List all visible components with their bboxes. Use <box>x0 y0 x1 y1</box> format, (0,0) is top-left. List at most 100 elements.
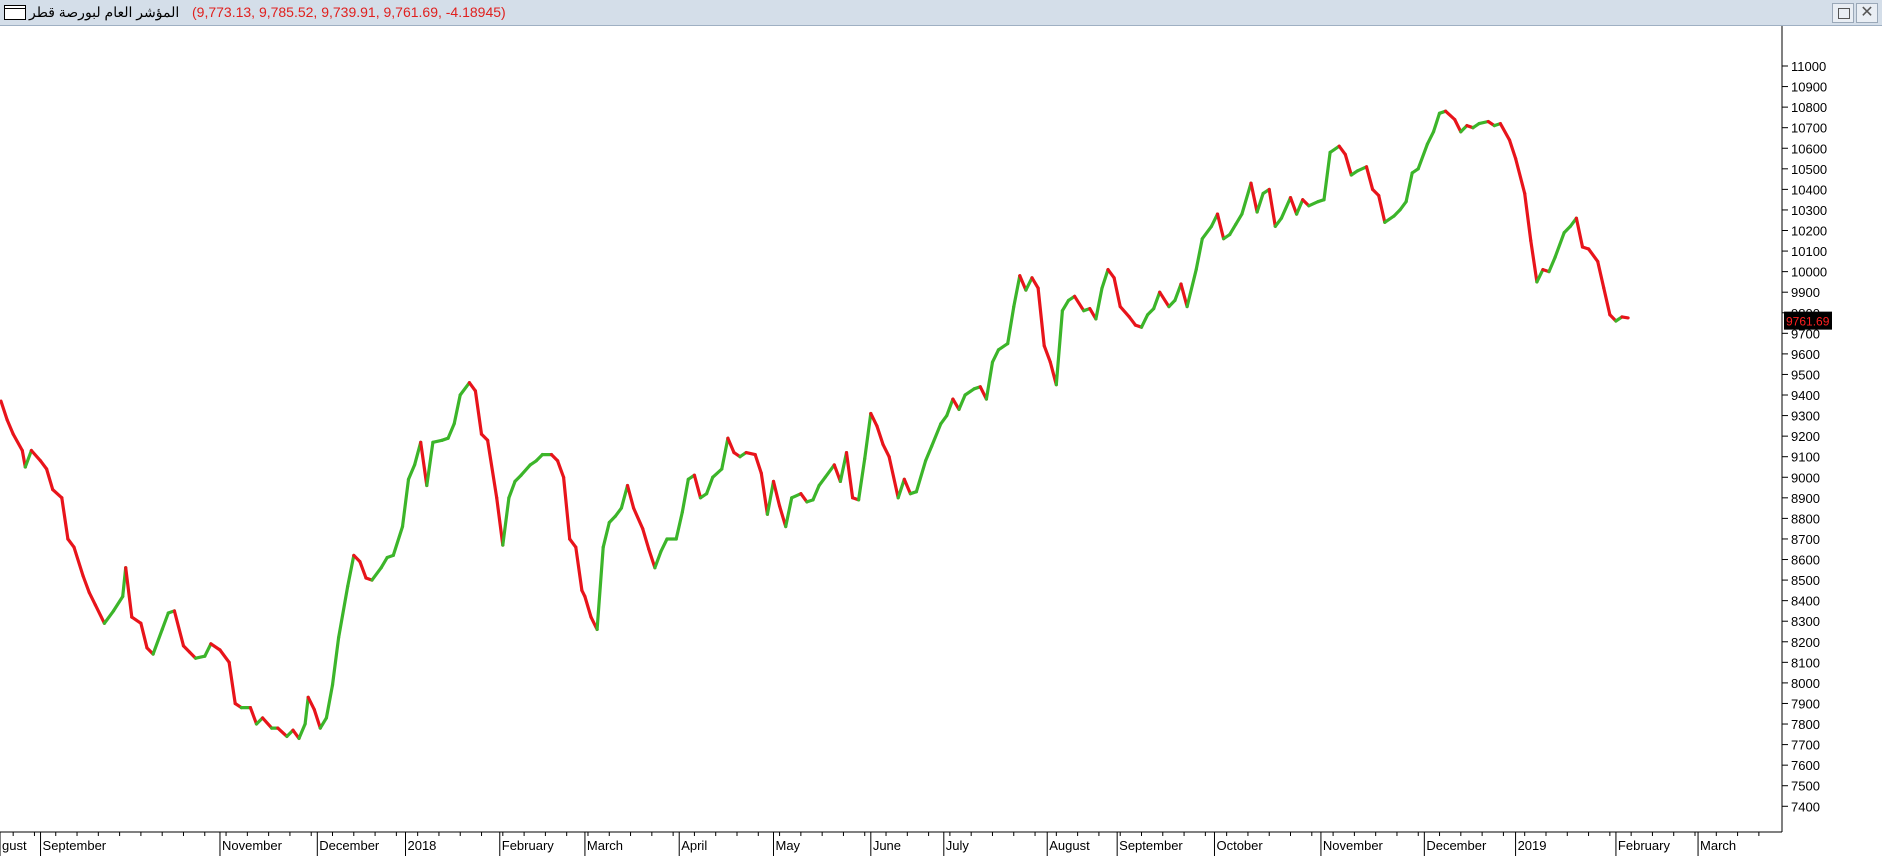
window-titlebar: المؤشر العام لبورصة قطر (9,773.13, 9,785… <box>0 0 1882 26</box>
price-segment <box>303 695 310 726</box>
x-tick-label: March <box>587 838 623 853</box>
price-segment <box>811 483 821 502</box>
price-segment <box>452 393 462 426</box>
x-tick-label: 2019 <box>1518 838 1547 853</box>
y-tick-label: 9100 <box>1791 450 1820 465</box>
y-tick-label: 8300 <box>1791 614 1820 629</box>
price-segment <box>1513 156 1527 196</box>
price-segment <box>625 483 636 510</box>
x-tick-label: October <box>1216 838 1263 853</box>
price-segment <box>583 594 593 619</box>
y-tick-label: 8200 <box>1791 635 1820 650</box>
maximize-icon[interactable] <box>1832 3 1854 23</box>
price-segment <box>1200 224 1214 241</box>
price-segment <box>984 360 995 401</box>
price-segment <box>641 527 651 551</box>
x-tick-label: May <box>775 838 800 853</box>
price-segment <box>619 483 630 510</box>
price-segment <box>1215 212 1226 241</box>
price-segment <box>111 594 125 613</box>
price-segment <box>297 722 307 741</box>
x-tick-label: April <box>681 838 707 853</box>
price-segment <box>312 707 322 730</box>
price-segment <box>1267 187 1277 228</box>
price-segment <box>1118 305 1131 319</box>
price-segment <box>1112 276 1122 309</box>
price-segment <box>957 393 967 411</box>
price-segment <box>276 726 289 739</box>
y-tick-label: 10400 <box>1791 182 1827 197</box>
price-segment <box>863 411 873 461</box>
price-segment <box>1249 181 1259 214</box>
price-segment <box>346 553 356 588</box>
price-segment <box>458 381 471 397</box>
price-segment <box>896 477 906 500</box>
price-segment <box>704 475 715 496</box>
price-segment <box>0 399 9 422</box>
price-segment <box>370 566 383 582</box>
price-segment <box>1383 214 1396 224</box>
price-segment <box>473 389 484 436</box>
y-tick-label: 10500 <box>1791 162 1827 177</box>
price-segment <box>1060 298 1071 313</box>
price-segment <box>561 475 572 541</box>
price-segment <box>218 648 231 664</box>
price-segment <box>1431 111 1442 134</box>
price-segment <box>1100 268 1110 290</box>
price-segment <box>1294 198 1305 216</box>
price-segment <box>446 422 456 440</box>
last-price-marker: 9761.69 <box>1784 311 1832 330</box>
price-segment <box>1529 239 1539 284</box>
price-segment <box>203 642 213 658</box>
price-segment <box>1030 276 1040 290</box>
x-tick-label: November <box>1323 838 1384 853</box>
y-tick-label: 9300 <box>1791 409 1820 424</box>
price-segment <box>1377 193 1387 224</box>
price-segment <box>306 695 316 712</box>
price-segment <box>495 496 505 547</box>
y-tick-label: 8700 <box>1791 532 1820 547</box>
price-segment <box>358 559 368 580</box>
price-segment <box>914 459 928 494</box>
price-segment <box>379 555 389 570</box>
price-segment <box>692 473 703 500</box>
price-segment <box>1404 171 1414 204</box>
y-tick-label: 9400 <box>1791 388 1820 403</box>
price-segment <box>93 603 107 625</box>
price-segment <box>1054 309 1065 387</box>
price-segment <box>771 479 782 508</box>
price-segment <box>753 453 763 475</box>
x-tick-label: December <box>319 838 380 853</box>
price-segment <box>1158 290 1171 309</box>
price-segment <box>659 537 669 553</box>
x-tick-label: February <box>502 838 555 853</box>
y-tick-label: 7500 <box>1791 779 1820 794</box>
price-segment <box>1443 109 1457 122</box>
price-segment <box>1279 196 1293 220</box>
price-segment <box>1094 286 1104 321</box>
last-price-label: 9761.69 <box>1786 315 1830 329</box>
price-segment <box>486 438 499 500</box>
window-icon[interactable] <box>4 5 26 20</box>
price-segment <box>1425 130 1436 146</box>
price-segment <box>856 457 867 502</box>
price-segment <box>160 611 170 632</box>
price-segment <box>391 525 405 558</box>
price-segment <box>60 496 70 541</box>
price-segment <box>124 566 134 619</box>
price-segment <box>653 549 663 570</box>
y-axis: 7400 7500 7600 7700 7800 7900 8000 8100 8200 8300… <box>1781 26 1827 832</box>
price-line-group <box>0 109 1630 741</box>
y-tick-label: 8000 <box>1791 676 1820 691</box>
price-segment <box>44 467 55 492</box>
close-icon[interactable] <box>1856 3 1878 23</box>
price-segment <box>647 547 657 570</box>
price-segment <box>1453 117 1463 134</box>
y-tick-label: 10000 <box>1791 265 1827 280</box>
price-segment <box>902 477 913 496</box>
price-segment <box>881 442 891 459</box>
y-tick-label: 9600 <box>1791 347 1820 362</box>
x-tick-label: December <box>1426 838 1487 853</box>
x-tick-label: gust <box>2 838 27 853</box>
price-segment <box>929 422 943 448</box>
